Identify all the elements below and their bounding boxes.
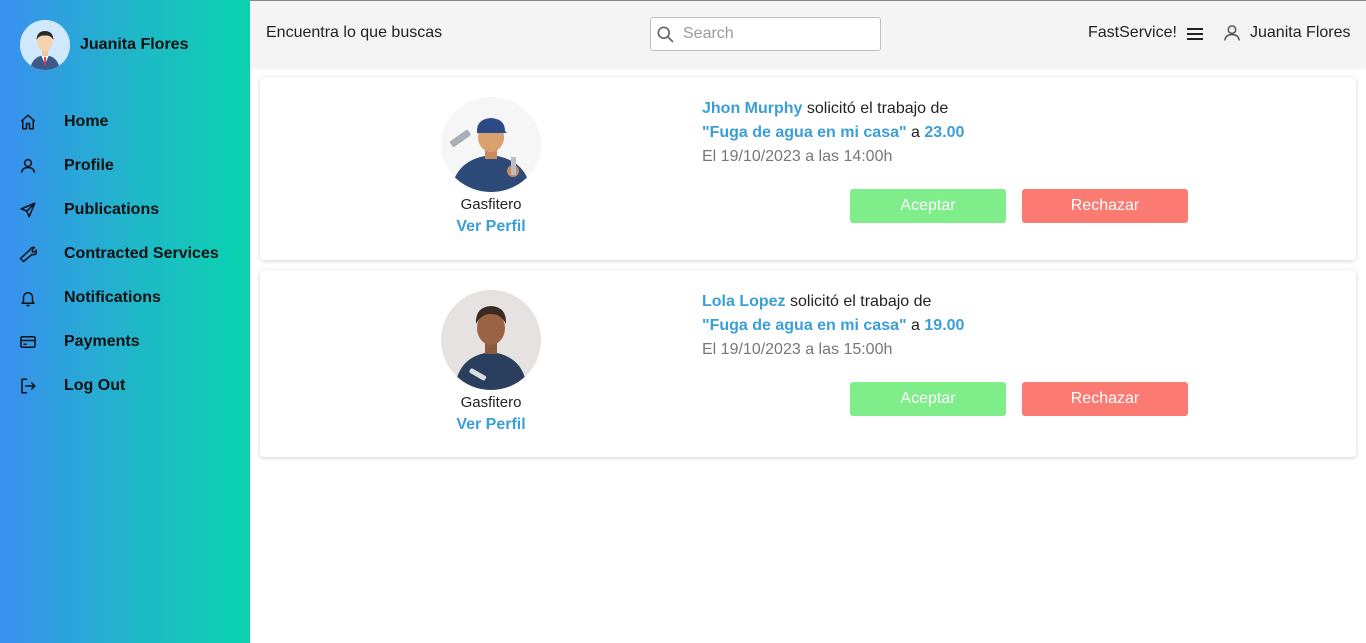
request-details: Jhon Murphy solicitó el trabajo de "Fuga… [702, 97, 964, 169]
header-tagline: Encuentra lo que buscas [266, 24, 443, 41]
request-job-line: "Fuga de agua en mi casa" a 23.00 [702, 121, 964, 145]
provider-role: Gasfitero [460, 196, 522, 213]
sidebar-item-publications[interactable]: Publications [0, 188, 250, 232]
logout-icon [18, 376, 38, 396]
sidebar-user: Juanita Flores [20, 20, 188, 70]
provider-info: Gasfitero Ver Perfil [441, 97, 541, 236]
accept-button[interactable]: Aceptar [850, 189, 1006, 223]
home-icon [18, 112, 38, 132]
price-connector: a [911, 124, 920, 141]
sidebar-item-logout[interactable]: Log Out [0, 364, 250, 408]
user-icon [18, 156, 38, 176]
search-box [650, 17, 881, 51]
sidebar-user-name: Juanita Flores [80, 36, 189, 53]
request-text: solicitó el trabajo de [790, 293, 932, 310]
bell-icon [18, 288, 38, 308]
price-connector: a [911, 317, 920, 334]
sidebar-item-label: Log Out [64, 377, 126, 394]
sidebar-nav: Home Profile Publications Contracted Ser… [0, 100, 250, 408]
view-profile-link[interactable]: Ver Perfil [441, 218, 541, 236]
client-name[interactable]: Lola Lopez [702, 293, 786, 310]
header-user-menu[interactable]: Juanita Flores [1222, 23, 1351, 43]
sidebar: Juanita Flores Home Profile Publications… [0, 0, 250, 643]
reject-button[interactable]: Rechazar [1022, 189, 1188, 223]
sidebar-item-home[interactable]: Home [0, 100, 250, 144]
request-card: Gasfitero Ver Perfil Lola Lopez solicitó… [260, 270, 1356, 457]
job-title: "Fuga de agua en mi casa" [702, 317, 907, 334]
credit-card-icon [18, 332, 38, 352]
search-input[interactable] [681, 24, 871, 44]
sidebar-item-label: Contracted Services [64, 245, 219, 262]
request-job-line: "Fuga de agua en mi casa" a 19.00 [702, 314, 964, 338]
request-date: El 19/10/2023 a las 14:00h [702, 148, 893, 165]
job-price: 19.00 [924, 317, 965, 334]
reject-button[interactable]: Rechazar [1022, 382, 1188, 416]
sidebar-item-label: Payments [64, 333, 140, 350]
accept-button[interactable]: Aceptar [850, 382, 1006, 416]
send-icon [18, 200, 38, 220]
top-bar: Encuentra lo que buscas FastService! Jua… [250, 0, 1366, 67]
client-name[interactable]: Jhon Murphy [702, 100, 802, 117]
job-title: "Fuga de agua en mi casa" [702, 124, 907, 141]
sidebar-item-contracted-services[interactable]: Contracted Services [0, 232, 250, 276]
provider-role: Gasfitero [460, 394, 522, 411]
sidebar-item-notifications[interactable]: Notifications [0, 276, 250, 320]
sidebar-item-label: Home [64, 113, 109, 130]
request-card: Gasfitero Ver Perfil Jhon Murphy solicit… [260, 77, 1356, 260]
wrench-icon [18, 244, 38, 264]
avatar [20, 20, 70, 70]
request-line: Jhon Murphy solicitó el trabajo de [702, 97, 964, 121]
sidebar-item-label: Notifications [64, 289, 161, 306]
brand-name: FastService! [1088, 24, 1177, 41]
hamburger-menu-icon[interactable] [1186, 26, 1204, 42]
request-line: Lola Lopez solicitó el trabajo de [702, 290, 964, 314]
request-details: Lola Lopez solicitó el trabajo de "Fuga … [702, 290, 964, 362]
job-price: 23.00 [924, 124, 965, 141]
provider-photo [441, 290, 541, 390]
sidebar-item-profile[interactable]: Profile [0, 144, 250, 188]
sidebar-item-label: Publications [64, 201, 160, 218]
user-icon [1222, 23, 1242, 43]
header-user-name: Juanita Flores [1250, 24, 1351, 41]
sidebar-item-payments[interactable]: Payments [0, 320, 250, 364]
sidebar-item-label: Profile [64, 157, 114, 174]
request-text: solicitó el trabajo de [806, 100, 949, 117]
search-icon [655, 24, 675, 44]
request-date: El 19/10/2023 a las 15:00h [702, 341, 893, 358]
view-profile-link[interactable]: Ver Perfil [441, 416, 541, 434]
provider-photo [441, 97, 541, 192]
provider-info: Gasfitero Ver Perfil [441, 290, 541, 434]
